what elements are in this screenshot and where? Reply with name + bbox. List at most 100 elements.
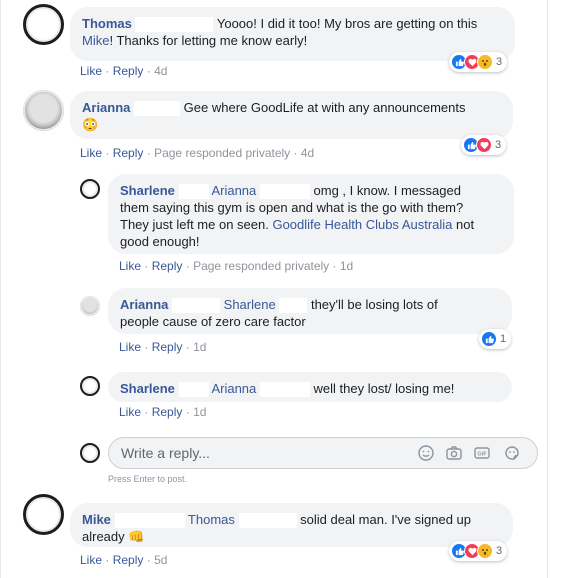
camera-icon[interactable] <box>445 444 465 462</box>
avatar-thomas[interactable] <box>23 4 64 45</box>
reply-link[interactable]: Reply <box>152 405 183 419</box>
redacted-name <box>114 513 185 529</box>
reaction-summary[interactable]: 3 <box>461 135 507 155</box>
page-mention-link[interactable]: Goodlife Health Clubs Australia <box>272 217 452 232</box>
like-link[interactable]: Like <box>119 405 141 419</box>
comment-author[interactable]: Arianna <box>82 100 130 115</box>
love-reaction-icon <box>476 137 492 153</box>
wow-reaction-icon <box>477 543 493 559</box>
timestamp[interactable]: 1d <box>193 405 206 419</box>
comment-actions: Like · Reply · Page responded privately … <box>80 146 314 160</box>
comment-author[interactable]: Thomas <box>82 16 132 31</box>
like-link[interactable]: Like <box>80 146 102 160</box>
comment-bubble-thomas: Thomas Yoooo! I did it too! My bros are … <box>70 7 515 61</box>
mention-link[interactable]: Arianna <box>211 183 256 198</box>
comment-text-cont: already <box>82 529 125 545</box>
like-link[interactable]: Like <box>80 553 102 567</box>
comment-actions: Like · Reply · 5d <box>80 553 167 567</box>
comment-bubble-mike: Mike Thomas solid deal man. I've signed … <box>70 503 513 547</box>
feed-right-border <box>547 0 548 578</box>
separator: · <box>146 64 151 78</box>
reaction-count: 3 <box>496 56 503 68</box>
separator: · <box>105 64 110 78</box>
page-responded-note: Page responded privately <box>193 259 330 273</box>
emoji-icon[interactable] <box>417 444 437 462</box>
gif-icon[interactable]: GIF <box>473 444 493 462</box>
mention-link[interactable]: Arianna <box>211 381 256 396</box>
reaction-summary[interactable]: 1 <box>479 329 512 349</box>
reply-author[interactable]: Sharlene <box>120 183 175 198</box>
comment-text-cont: ! Thanks for letting me know early! <box>109 33 308 49</box>
redacted-name <box>134 101 181 117</box>
reply-composer[interactable]: GIF <box>108 437 538 469</box>
comment-actions: Like · Reply · 4d <box>80 64 167 78</box>
mention-link[interactable]: Sharlene <box>224 297 276 312</box>
mention-link[interactable]: Mike <box>82 33 109 48</box>
reply-author[interactable]: Arianna <box>120 297 168 312</box>
reaction-count: 3 <box>496 545 503 557</box>
reply-text-cont: them saying this gym is open and what is… <box>120 200 464 216</box>
svg-text:GIF: GIF <box>477 452 487 458</box>
reply-link[interactable]: Reply <box>113 146 144 160</box>
reply-text: they'll be losing lots of <box>310 297 438 312</box>
separator: · <box>105 553 110 567</box>
avatar-arianna-reply[interactable] <box>80 296 100 316</box>
reply-actions: Like · Reply · Page responded privately … <box>119 259 353 273</box>
like-link[interactable]: Like <box>119 259 141 273</box>
reply-text: well they lost/ losing me! <box>313 381 455 396</box>
reply-link[interactable]: Reply <box>113 64 144 78</box>
comment-text: Gee where GoodLife at with any announcem… <box>183 100 466 115</box>
separator: · <box>146 146 151 160</box>
sticker-icon[interactable] <box>503 444 523 462</box>
redacted-name <box>135 17 214 33</box>
flushed-emoji-icon: 😳 <box>82 117 99 133</box>
timestamp[interactable]: 1d <box>340 259 353 273</box>
separator: · <box>185 405 190 419</box>
avatar-mike[interactable] <box>23 494 64 535</box>
like-reaction-icon <box>481 331 497 347</box>
avatar-sharlene-reply[interactable] <box>80 376 100 396</box>
reply-text: omg , I know. I messaged <box>313 183 461 198</box>
reply-bubble-sharlene-2: Sharlene Arianna well they lost/ losing … <box>108 372 512 402</box>
current-user-avatar <box>80 443 100 463</box>
like-link[interactable]: Like <box>80 64 102 78</box>
timestamp[interactable]: 4d <box>301 146 314 160</box>
reply-link[interactable]: Reply <box>152 340 183 354</box>
reply-link[interactable]: Reply <box>113 553 144 567</box>
avatar-sharlene[interactable] <box>80 179 100 199</box>
reply-actions: Like · Reply · 1d <box>119 340 206 354</box>
separator: · <box>293 146 298 160</box>
reply-author[interactable]: Sharlene <box>120 381 175 396</box>
reply-bubble-arianna: Arianna Sharlene they'll be losing lots … <box>108 288 512 334</box>
redacted-name <box>172 298 221 314</box>
reply-text-cont: people cause of zero care factor <box>120 314 306 330</box>
comment-bubble-arianna: Arianna Gee where GoodLife at with any a… <box>70 91 513 139</box>
separator: · <box>185 340 190 354</box>
page-responded-note: Page responded privately <box>154 146 291 160</box>
timestamp[interactable]: 1d <box>193 340 206 354</box>
redacted-name <box>259 184 310 200</box>
redacted-name <box>178 184 209 200</box>
fist-bump-emoji-icon: 👊 <box>128 529 145 545</box>
reply-link[interactable]: Reply <box>152 259 183 273</box>
like-link[interactable]: Like <box>119 340 141 354</box>
avatar-arianna[interactable] <box>23 90 64 131</box>
wow-reaction-icon <box>477 54 493 70</box>
separator: · <box>144 259 149 273</box>
separator: · <box>105 146 110 160</box>
redacted-name <box>178 382 209 398</box>
comment-author[interactable]: Mike <box>82 512 111 527</box>
redacted-name <box>259 382 310 398</box>
reply-bubble-sharlene: Sharlene Arianna omg , I know. I message… <box>108 174 514 254</box>
reaction-summary[interactable]: 3 <box>449 541 508 561</box>
reaction-summary[interactable]: 3 <box>449 52 508 72</box>
separator: · <box>144 340 149 354</box>
timestamp[interactable]: 5d <box>154 553 167 567</box>
redacted-name <box>238 513 297 529</box>
mention-link[interactable]: Thomas <box>188 512 235 527</box>
feed-left-border <box>0 0 1 578</box>
timestamp[interactable]: 4d <box>154 64 167 78</box>
reply-input[interactable] <box>121 445 401 461</box>
reply-actions: Like · Reply · 1d <box>119 405 206 419</box>
press-enter-hint: Press Enter to post. <box>108 474 188 484</box>
